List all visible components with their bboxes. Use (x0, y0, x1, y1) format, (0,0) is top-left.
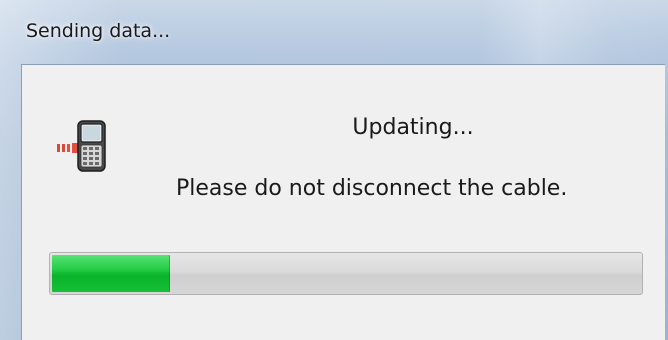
status-text: Updating... (352, 115, 474, 140)
progress-bar (49, 252, 643, 295)
dialog-content: Updating... Please do not disconnect the… (21, 64, 665, 340)
window-title: Sending data... (26, 20, 171, 42)
title-bar[interactable]: Sending data... (0, 0, 668, 64)
progress-bar-fill (52, 255, 170, 292)
sending-data-window: Sending data... Updating... Please do no… (0, 0, 668, 340)
warning-message: Please do not disconnect the cable. (176, 176, 568, 201)
